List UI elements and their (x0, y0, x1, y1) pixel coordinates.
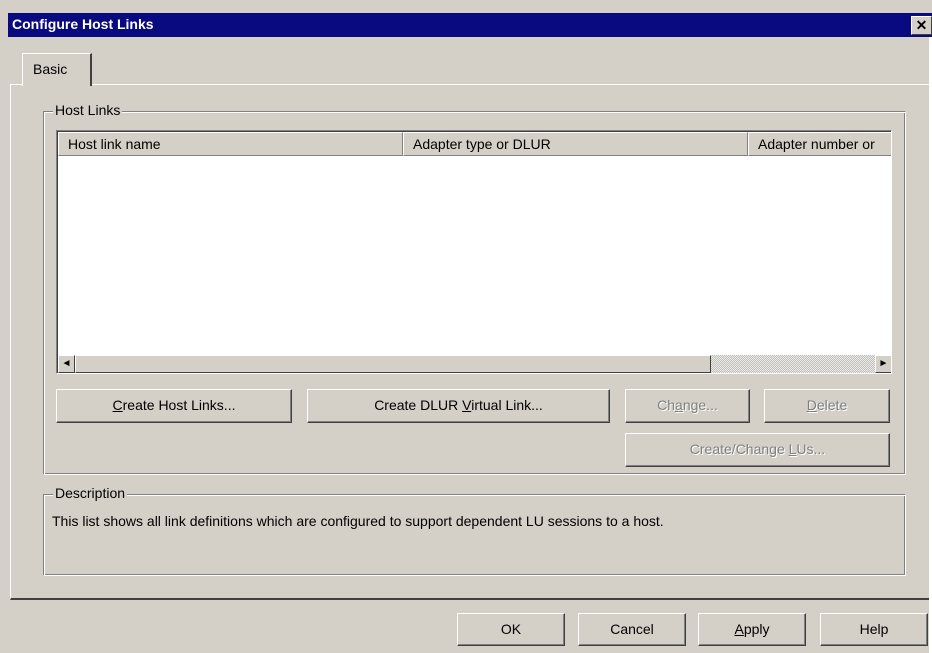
create-dlur-virtual-link-button[interactable]: Create DLUR Virtual Link... (307, 389, 610, 423)
description-group-title: Description (53, 485, 128, 501)
window-title: Configure Host Links (12, 16, 154, 32)
close-button[interactable]: ✕ (911, 16, 932, 35)
change-mnemonic: a (675, 397, 683, 413)
cancel-button[interactable]: Cancel (578, 613, 686, 646)
delete-label-post: elete (816, 397, 848, 413)
scrollbar-thumb[interactable] (75, 355, 711, 373)
ok-button[interactable]: OK (457, 613, 565, 646)
create-change-lus-label-pre: Create/Change (689, 441, 789, 457)
scroll-left-button[interactable]: ◄ (58, 355, 75, 373)
create-host-links-button[interactable]: Create Host Links... (56, 389, 292, 423)
configure-host-links-dialog: Configure Host Links ✕ Basic Host Links … (0, 0, 932, 653)
column-header-adapter-type[interactable]: Adapter type or DLUR (403, 132, 748, 156)
tab-basic[interactable]: Basic (22, 53, 92, 86)
change-button[interactable]: Change... (625, 389, 750, 423)
scroll-right-arrow-icon: ► (878, 358, 889, 369)
change-label-post: nge... (682, 397, 718, 413)
create-host-links-label-post: reate Host Links... (122, 397, 236, 413)
tab-basic-label: Basic (33, 61, 68, 77)
delete-mnemonic: D (806, 397, 817, 413)
scrollbar-track[interactable] (711, 355, 875, 373)
scroll-left-arrow-icon: ◄ (61, 358, 72, 369)
change-label-pre: Ch (657, 397, 676, 413)
description-text: This list shows all link definitions whi… (52, 513, 664, 529)
create-host-links-mnemonic: C (112, 397, 123, 413)
description-group (43, 494, 906, 576)
apply-button[interactable]: Apply (698, 613, 806, 646)
column-header-host-link-name[interactable]: Host link name (58, 132, 403, 156)
create-dlur-label-pre: Create DLUR (374, 397, 463, 413)
close-icon: ✕ (915, 17, 928, 33)
create-change-lus-button[interactable]: Create/Change LUs... (625, 433, 890, 467)
apply-mnemonic: A (734, 621, 744, 637)
help-button[interactable]: Help (820, 613, 928, 646)
create-dlur-label-post: irtual Link... (471, 397, 543, 413)
column-header-adapter-number[interactable]: Adapter number or (748, 132, 891, 156)
create-dlur-mnemonic: V (462, 397, 472, 413)
title-bar[interactable]: Configure Host Links (8, 13, 932, 37)
horizontal-scrollbar[interactable]: ◄ ► (58, 355, 891, 373)
apply-label-post: pply (743, 621, 770, 637)
host-links-group-title: Host Links (53, 102, 123, 118)
delete-button[interactable]: Delete (764, 389, 890, 423)
host-links-list-body[interactable] (58, 156, 891, 355)
host-links-list[interactable]: Host link name Adapter type or DLUR Adap… (56, 130, 892, 374)
scroll-right-button[interactable]: ► (875, 355, 891, 373)
create-change-lus-label-post: Us... (796, 441, 826, 457)
